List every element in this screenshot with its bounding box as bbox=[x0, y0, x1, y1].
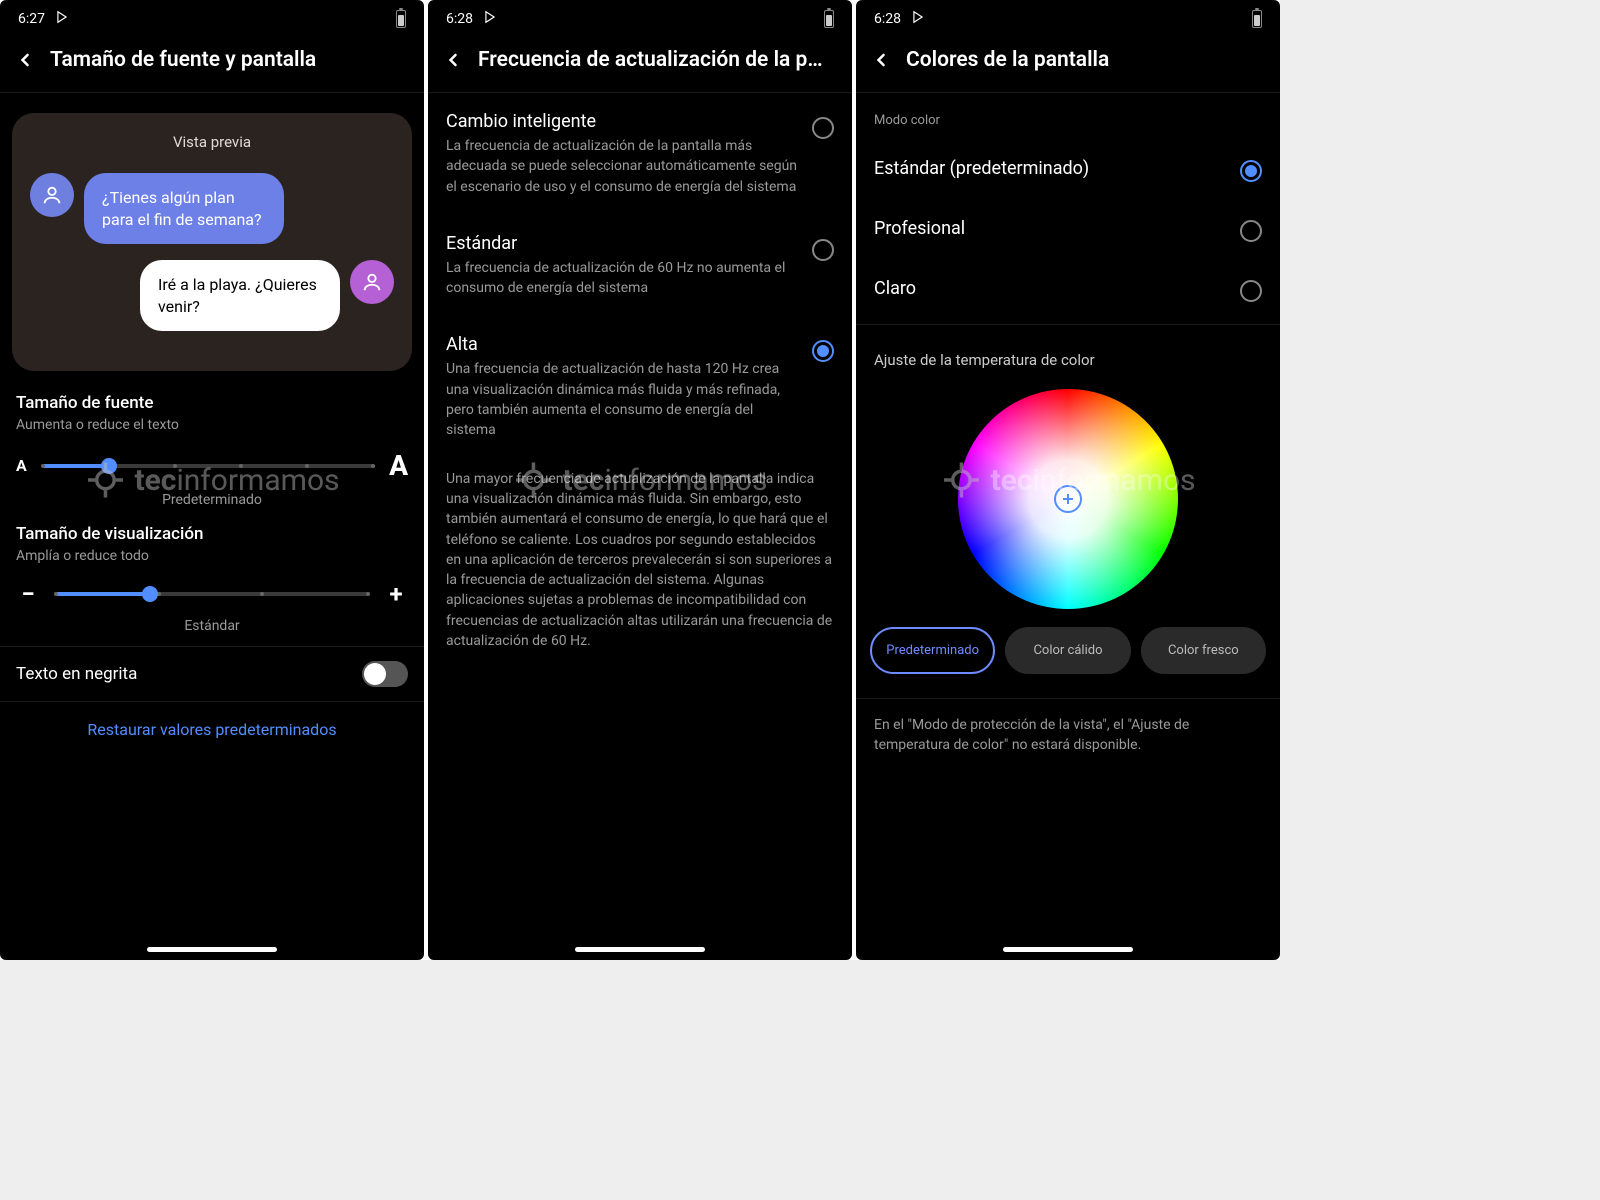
radio-button[interactable] bbox=[1240, 160, 1262, 182]
play-store-icon bbox=[483, 10, 497, 28]
preview-label: Vista previa bbox=[30, 133, 394, 151]
radio-button[interactable] bbox=[812, 239, 834, 261]
option-description: La frecuencia de actualización de 60 Hz … bbox=[446, 258, 800, 299]
divider bbox=[856, 698, 1280, 699]
font-size-slider[interactable] bbox=[43, 464, 373, 468]
status-bar: 6:28 bbox=[428, 0, 852, 30]
option-title: Alta bbox=[446, 334, 800, 355]
home-indicator[interactable] bbox=[147, 947, 277, 952]
slider-caption: Estándar bbox=[16, 618, 408, 634]
bold-text-label: Texto en negrita bbox=[16, 664, 137, 684]
bold-text-row[interactable]: Texto en negrita bbox=[0, 646, 424, 701]
plus-icon[interactable]: + bbox=[384, 580, 408, 608]
page-header: Colores de la pantalla bbox=[856, 30, 1280, 93]
color-picker-handle[interactable] bbox=[1054, 485, 1082, 513]
avatar-icon bbox=[30, 173, 74, 217]
page-header: Tamaño de fuente y pantalla bbox=[0, 30, 424, 93]
message-row-incoming: ¿Tienes algún plan para el fin de semana… bbox=[30, 173, 394, 244]
section-subtitle: Amplía o reduce todo bbox=[16, 548, 408, 564]
color-temp-chip[interactable]: Predeterminado bbox=[870, 627, 995, 674]
page-title: Tamaño de fuente y pantalla bbox=[50, 48, 410, 72]
section-title: Tamaño de fuente bbox=[16, 393, 408, 413]
refresh-rate-option[interactable]: Cambio inteligente La frecuencia de actua… bbox=[428, 93, 852, 215]
small-a-label: A bbox=[16, 456, 27, 475]
status-time: 6:28 bbox=[446, 11, 473, 27]
color-mode-option[interactable]: Profesional bbox=[856, 198, 1280, 258]
restore-row[interactable]: Restaurar valores predeterminados bbox=[0, 701, 424, 757]
color-mode-label: Profesional bbox=[874, 218, 965, 239]
color-mode-label: Estándar (predeterminado) bbox=[874, 158, 1089, 179]
radio-button[interactable] bbox=[1240, 220, 1262, 242]
page-header: Frecuencia de actualización de la p… bbox=[428, 30, 852, 93]
message-bubble: ¿Tienes algún plan para el fin de semana… bbox=[84, 173, 284, 244]
refresh-rate-footnote: Una mayor frecuencia de actualización de… bbox=[428, 459, 852, 662]
option-title: Cambio inteligente bbox=[446, 111, 800, 132]
message-bubble: Iré a la playa. ¿Quieres venir? bbox=[140, 260, 340, 331]
message-row-outgoing: Iré a la playa. ¿Quieres venir? bbox=[30, 260, 394, 331]
color-temp-note: En el "Modo de protección de la vista", … bbox=[856, 705, 1280, 766]
phone-screen-colors: 6:28 Colores de la pantalla Modo color E… bbox=[856, 0, 1280, 960]
back-button[interactable] bbox=[870, 49, 892, 71]
radio-button[interactable] bbox=[1240, 280, 1262, 302]
battery-icon bbox=[396, 10, 406, 28]
color-temp-header: Ajuste de la temperatura de color bbox=[856, 331, 1280, 379]
phone-font-size: 6:27 Tamaño de fuente y pantalla Vista p… bbox=[0, 0, 424, 960]
color-mode-label: Claro bbox=[874, 278, 916, 299]
color-mode-option[interactable]: Claro bbox=[856, 258, 1280, 318]
restore-defaults-link[interactable]: Restaurar valores predeterminados bbox=[87, 720, 336, 739]
slider-caption: Predeterminado bbox=[16, 492, 408, 508]
refresh-rate-option[interactable]: Estándar La frecuencia de actualización d… bbox=[428, 215, 852, 317]
avatar-icon bbox=[350, 260, 394, 304]
status-time: 6:28 bbox=[874, 11, 901, 27]
play-store-icon bbox=[55, 10, 69, 28]
page-title: Frecuencia de actualización de la p… bbox=[478, 48, 838, 72]
option-description: La frecuencia de actualización de la pan… bbox=[446, 136, 800, 197]
back-button[interactable] bbox=[14, 49, 36, 71]
color-mode-option[interactable]: Estándar (predeterminado) bbox=[856, 138, 1280, 198]
home-indicator[interactable] bbox=[1003, 947, 1133, 952]
color-temp-chip[interactable]: Color fresco bbox=[1141, 627, 1266, 674]
status-bar: 6:27 bbox=[0, 0, 424, 30]
home-indicator[interactable] bbox=[575, 947, 705, 952]
color-temperature-wheel[interactable] bbox=[958, 389, 1178, 609]
large-a-label: A bbox=[389, 449, 408, 482]
preview-card: Vista previa ¿Tienes algún plan para el … bbox=[12, 113, 412, 371]
radio-button[interactable] bbox=[812, 340, 834, 362]
font-size-section: Tamaño de fuente Aumenta o reduce el tex… bbox=[0, 389, 424, 520]
divider bbox=[856, 324, 1280, 325]
phone-refresh-rate: 6:28 Frecuencia de actualización de la p… bbox=[428, 0, 852, 960]
option-title: Estándar bbox=[446, 233, 800, 254]
back-button[interactable] bbox=[442, 49, 464, 71]
status-time: 6:27 bbox=[18, 11, 45, 27]
page-title: Colores de la pantalla bbox=[906, 48, 1266, 72]
battery-icon bbox=[824, 10, 834, 28]
three-phone-container: 6:27 Tamaño de fuente y pantalla Vista p… bbox=[0, 0, 1280, 960]
display-size-slider[interactable] bbox=[56, 592, 368, 596]
refresh-rate-option[interactable]: Alta Una frecuencia de actualización de h… bbox=[428, 316, 852, 458]
section-subtitle: Aumenta o reduce el texto bbox=[16, 417, 408, 433]
option-description: Una frecuencia de actualización de hasta… bbox=[446, 359, 800, 440]
color-temp-chip[interactable]: Color cálido bbox=[1005, 627, 1130, 674]
battery-icon bbox=[1252, 10, 1262, 28]
display-size-section: Tamaño de visualización Amplía o reduce … bbox=[0, 520, 424, 646]
section-title: Tamaño de visualización bbox=[16, 524, 408, 544]
play-store-icon bbox=[911, 10, 925, 28]
minus-icon[interactable]: − bbox=[16, 580, 40, 608]
bold-text-toggle[interactable] bbox=[362, 661, 408, 687]
radio-button[interactable] bbox=[812, 117, 834, 139]
status-bar: 6:28 bbox=[856, 0, 1280, 30]
color-mode-header: Modo color bbox=[856, 93, 1280, 138]
